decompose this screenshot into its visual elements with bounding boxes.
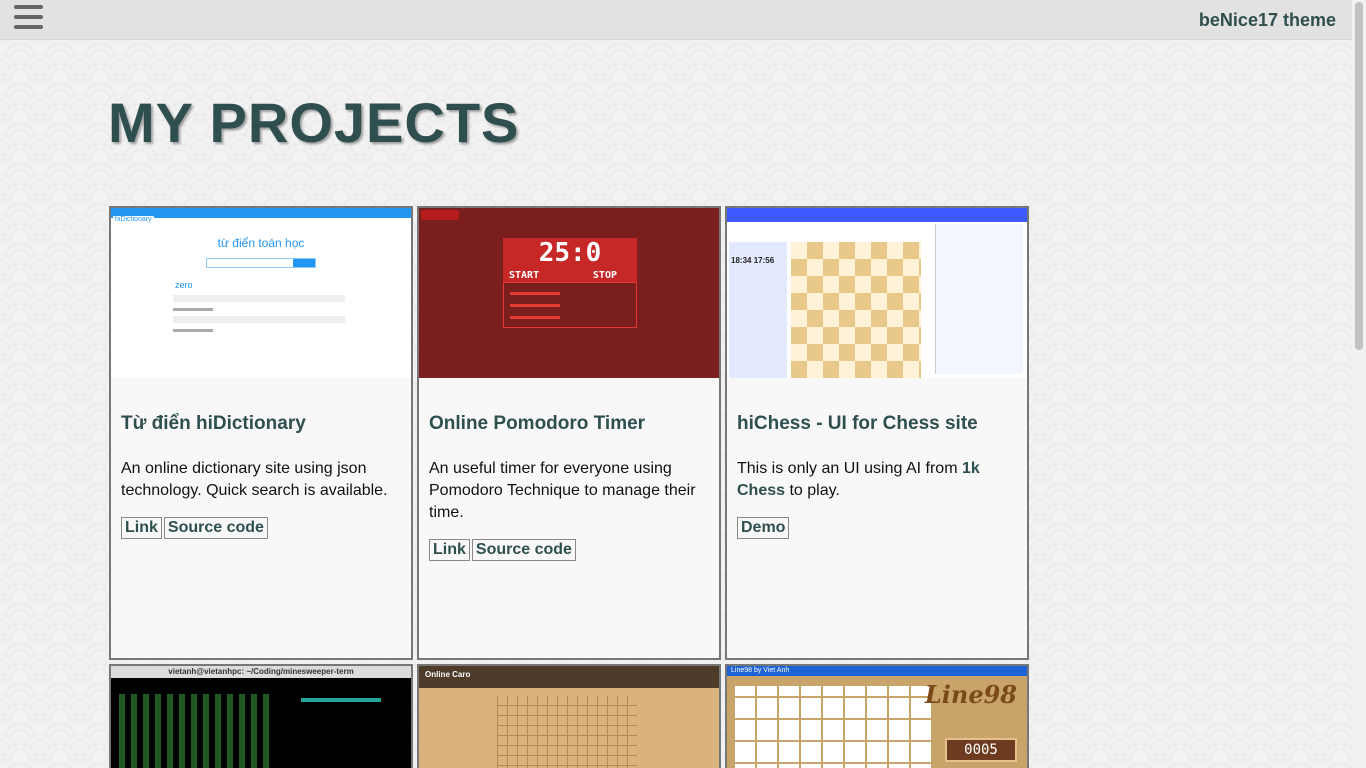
hamburger-menu-icon[interactable] [14, 5, 44, 31]
project-description: An online dictionary site using json tec… [121, 460, 388, 499]
project-card-pomodoro: 25:0 START STOP Online Pomodoro Timer An… [417, 206, 721, 660]
project-card-line98: Line98 by Viet Anh Line98 0005 [725, 664, 1029, 768]
thumb-heading: từ điển toán học [217, 236, 305, 250]
project-card-minesweeper: vietanh@vietanhpc: ~/Coding/minesweeper-… [109, 664, 413, 768]
thumb-start: START [509, 270, 540, 281]
thumb-score: 0005 [945, 738, 1017, 762]
thumb-title: Online Caro [419, 666, 719, 688]
thumb-word: zero [175, 280, 193, 290]
project-thumbnail[interactable]: vietanh@vietanhpc: ~/Coding/minesweeper-… [111, 666, 411, 768]
link-button[interactable]: Link [121, 517, 162, 539]
project-buttons: Link Source code [429, 539, 578, 561]
thumb-window-title: vietanh@vietanhpc: ~/Coding/minesweeper-… [111, 666, 411, 678]
project-title: hiChess - UI for Chess site [737, 413, 978, 434]
project-description: This is only an UI using AI from 1k Ches… [737, 460, 980, 499]
thumb-clock: 25:0 [538, 238, 602, 268]
thumb-brand: hiDictionary [113, 216, 154, 223]
thumb-logo: Line98 [924, 680, 1017, 709]
project-thumbnail[interactable]: 18:34 17:56 [727, 208, 1027, 378]
project-card-hidictionary: hiDictionary từ điển toán học zero Từ đi… [109, 206, 413, 660]
project-thumbnail[interactable]: Line98 by Viet Anh Line98 0005 [727, 666, 1027, 768]
project-thumbnail[interactable]: hiDictionary từ điển toán học zero [111, 208, 411, 378]
project-title: Online Pomodoro Timer [429, 413, 646, 434]
scrollbar-thumb[interactable] [1355, 2, 1363, 350]
top-bar: beNice17 theme [0, 0, 1352, 40]
project-title: Từ điển hiDictionary [121, 413, 306, 434]
page-title: MY PROJECTS [108, 91, 520, 154]
thumb-window-title: Line98 by Viet Anh [727, 666, 1027, 676]
theme-title: beNice17 theme [1198, 10, 1336, 30]
demo-button[interactable]: Demo [737, 517, 790, 539]
vertical-scrollbar[interactable] [1352, 0, 1366, 768]
project-description: An useful timer for everyone using Pomod… [429, 460, 696, 521]
project-card-caro: Online Caro [417, 664, 721, 768]
thumb-time-b: 17:56 [753, 256, 775, 265]
thumb-stop: STOP [592, 270, 617, 281]
project-buttons: Demo [737, 517, 791, 539]
link-button[interactable]: Link [429, 539, 470, 561]
project-thumbnail[interactable]: 25:0 START STOP [419, 208, 719, 378]
project-thumbnail[interactable]: Online Caro [419, 666, 719, 768]
project-card-hichess: 18:34 17:56 hiChess - UI for Chess site … [725, 206, 1029, 660]
source-code-button[interactable]: Source code [471, 539, 576, 561]
project-buttons: Link Source code [121, 517, 270, 539]
source-code-button[interactable]: Source code [163, 517, 268, 539]
thumb-time-a: 18:34 [731, 256, 752, 265]
